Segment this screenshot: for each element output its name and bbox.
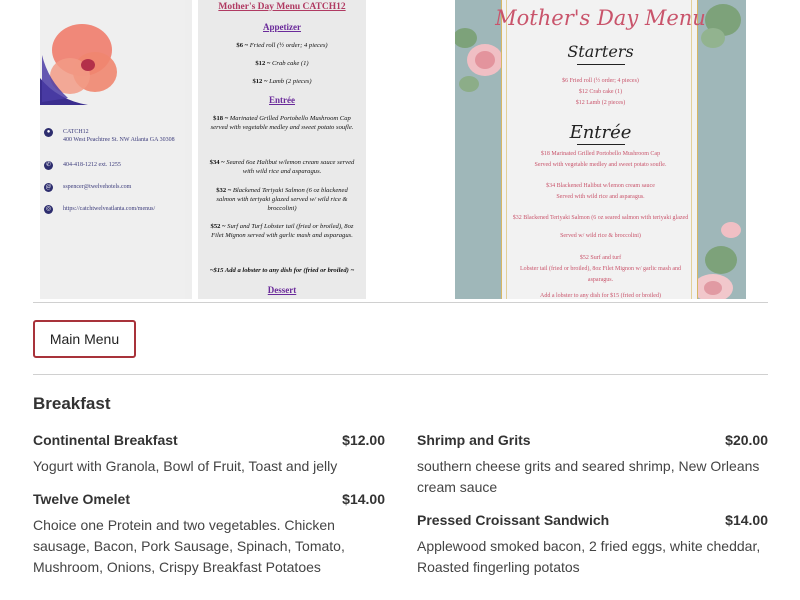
menu-image-1-contact-panel: ● CATCH12 400 West Peachtree St. NW Atlan… bbox=[40, 0, 185, 299]
menu-item-price: $14.00 bbox=[342, 491, 385, 507]
entree-underline bbox=[576, 144, 625, 145]
dessert-heading: Dessert bbox=[267, 285, 297, 295]
contact-phone: ✆ 404-418-1212 ext. 1255 bbox=[44, 161, 121, 170]
tab-main-menu[interactable]: Main Menu bbox=[33, 320, 136, 358]
flower-illustration-icon bbox=[40, 24, 117, 105]
menu-image-2[interactable]: Mother's Day Menu Starters $6 Fried roll… bbox=[455, 0, 746, 299]
breakfast-left-column: Continental Breakfast $12.00 Yogurt with… bbox=[33, 432, 385, 592]
menu-item: Shrimp and Grits $20.00 southern cheese … bbox=[417, 432, 768, 498]
starters-item: $6 Fried roll (½ order; 4 pieces) bbox=[562, 78, 639, 84]
menu-item-description: Yogurt with Granola, Bowl of Fruit, Toas… bbox=[33, 458, 338, 474]
menu-item-price: $14.00 bbox=[725, 512, 768, 528]
menu-item-name: Continental Breakfast bbox=[33, 432, 178, 448]
entree-item: $52 ~ Surf and Turf Lobster tail (fried … bbox=[210, 223, 354, 239]
entree-item-2: $34 Blackened Halibut w/lemon cream sauc… bbox=[546, 183, 655, 189]
menu-item: Continental Breakfast $12.00 Yogurt with… bbox=[33, 432, 385, 477]
starters-item: $12 Lamb (2 pieces) bbox=[575, 100, 626, 106]
menu-images-strip: ● CATCH12 400 West Peachtree St. NW Atlan… bbox=[0, 0, 800, 300]
menu-item-description: Applewood smoked bacon, 2 fried eggs, wh… bbox=[417, 538, 761, 575]
menu-item-price: $12.00 bbox=[342, 432, 385, 448]
appetizer-heading: Appetizer bbox=[263, 22, 301, 32]
menu-item-name: Shrimp and Grits bbox=[417, 432, 531, 448]
menu-image-1-title: Mother's Day Menu CATCH12 bbox=[218, 2, 346, 12]
appetizer-item: $12 ~ Crab cake (1) bbox=[255, 60, 309, 67]
menu-image-2-title: Mother's Day Menu bbox=[495, 6, 706, 30]
menu-item: Twelve Omelet $14.00 Choice one Protein … bbox=[33, 491, 385, 578]
divider-bottom bbox=[33, 374, 768, 375]
entree-item-2: asparagus. bbox=[587, 277, 614, 283]
menu-item: Pressed Croissant Sandwich $14.00 Applew… bbox=[417, 512, 768, 578]
entree-item-2: $18 Marinated Grilled Portobello Mushroo… bbox=[540, 151, 661, 157]
entree-heading-2: Entrée bbox=[569, 122, 632, 143]
starters-heading: Starters bbox=[567, 42, 634, 61]
entree-item-2: $32 Blackened Teriyaki Salmon (6 oz sear… bbox=[512, 215, 689, 221]
breakfast-right-column: Shrimp and Grits $20.00 southern cheese … bbox=[417, 432, 768, 592]
menu-item-name: Twelve Omelet bbox=[33, 491, 131, 507]
divider-top bbox=[33, 302, 768, 303]
appetizer-item: $6 ~ Fried roll (½ order; 4 pieces) bbox=[236, 42, 328, 49]
entree-item-2: $52 Surf and turf bbox=[579, 255, 622, 261]
menu-item-price: $20.00 bbox=[725, 432, 768, 448]
phone-icon: ✆ bbox=[44, 161, 53, 170]
entree-item: $18 ~ Marinated Grilled Portobello Mushr… bbox=[210, 115, 354, 131]
menu-image-1-menu-panel: Mother's Day Menu CATCH12 Appetizer $6 ~… bbox=[192, 0, 366, 299]
entree-item-2: Add a lobster to any dish for $15 (fried… bbox=[540, 293, 661, 299]
contact-website: ◎ https://catchtwelveatlanta.com/menus/ bbox=[44, 205, 156, 214]
entree-item-2: Served with wild rice and asparagus. bbox=[556, 194, 645, 200]
globe-icon: ◎ bbox=[44, 205, 53, 214]
menu-item-description: southern cheese grits and seared shrimp,… bbox=[417, 458, 760, 495]
lobster-note: ~$15 Add a lobster to any dish for (frie… bbox=[209, 267, 355, 274]
entree-item: $32 ~ Blackened Teriyaki Salmon (6 oz bl… bbox=[216, 187, 348, 212]
starters-item: $12 Crab cake (1) bbox=[578, 89, 623, 95]
menu-item-description: Choice one Protein and two vegetables. C… bbox=[33, 517, 345, 575]
location-pin-icon: ● bbox=[44, 128, 53, 137]
entree-item-2: Served w/ wild rice & broccolini) bbox=[560, 233, 641, 239]
entree-item: $34 ~ Seared 6oz Halibut w/lemon cream s… bbox=[209, 159, 355, 175]
email-icon: @ bbox=[44, 183, 53, 192]
contact-email: @ sspencer@twelvehotels.com bbox=[44, 183, 132, 192]
entree-item-2: Lobster tail (fried or broiled), 8oz Fil… bbox=[520, 266, 681, 272]
menu-image-1[interactable]: ● CATCH12 400 West Peachtree St. NW Atlan… bbox=[40, 0, 366, 299]
menu-item-name: Pressed Croissant Sandwich bbox=[417, 512, 610, 528]
section-title-breakfast: Breakfast bbox=[33, 394, 111, 413]
starters-underline bbox=[576, 64, 625, 65]
entree-item-2: Served with vegetable medley and sweet p… bbox=[534, 162, 667, 168]
entree-heading: Entrée bbox=[269, 95, 295, 105]
appetizer-item: $12 ~ Lamb (2 pieces) bbox=[252, 78, 312, 85]
contact-address: ● CATCH12 400 West Peachtree St. NW Atlan… bbox=[44, 128, 181, 144]
